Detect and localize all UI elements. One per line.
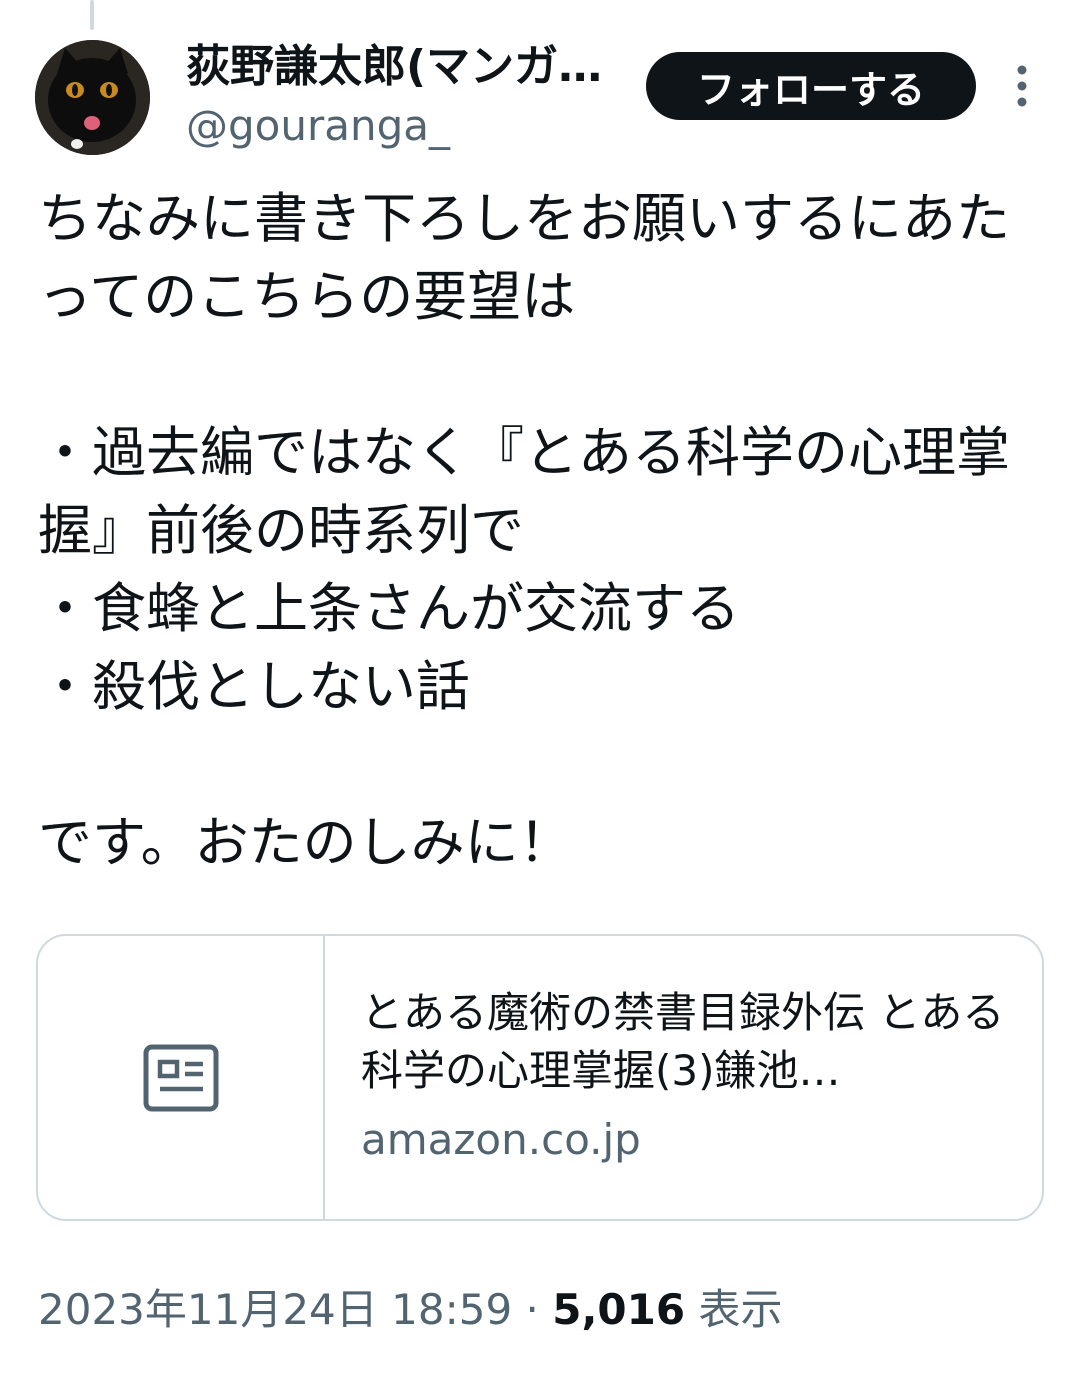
card-title: とある魔術の禁書目録外伝 とある科学の心理掌握(3)鎌池… [361, 988, 1005, 1095]
timestamp[interactable]: 2023年11月24日 18:59 [38, 1285, 512, 1334]
tweet-meta: 2023年11月24日 18:59 · 5,016 表示 [38, 1280, 782, 1340]
card-thumbnail [38, 936, 325, 1219]
author-display-name[interactable]: 荻野謙太郎(マンガ原作者) [186, 38, 606, 96]
black-cat-avatar-image [35, 40, 150, 155]
views-label: 表示 [698, 1285, 783, 1334]
author-handle[interactable]: @gouranga_ [186, 100, 450, 152]
meta-separator: · [525, 1285, 539, 1334]
thread-connector-line [90, 0, 94, 30]
tweet-text: ちなみに書き下ろしをお願いするにあたってのこちらの要望は ・過去編ではなく『とあ… [38, 187, 1010, 874]
views-count: 5,016 [552, 1285, 686, 1334]
card-text: とある魔術の禁書目録外伝 とある科学の心理掌握(3)鎌池… amazon.co.… [361, 984, 1011, 1168]
card-domain: amazon.co.jp [361, 1115, 641, 1164]
link-preview-card[interactable]: とある魔術の禁書目録外伝 とある科学の心理掌握(3)鎌池… amazon.co.… [36, 934, 1044, 1221]
follow-button[interactable]: フォローする [646, 52, 976, 120]
avatar[interactable] [35, 40, 150, 155]
article-icon [143, 1044, 218, 1111]
more-options-icon[interactable] [1000, 62, 1044, 110]
